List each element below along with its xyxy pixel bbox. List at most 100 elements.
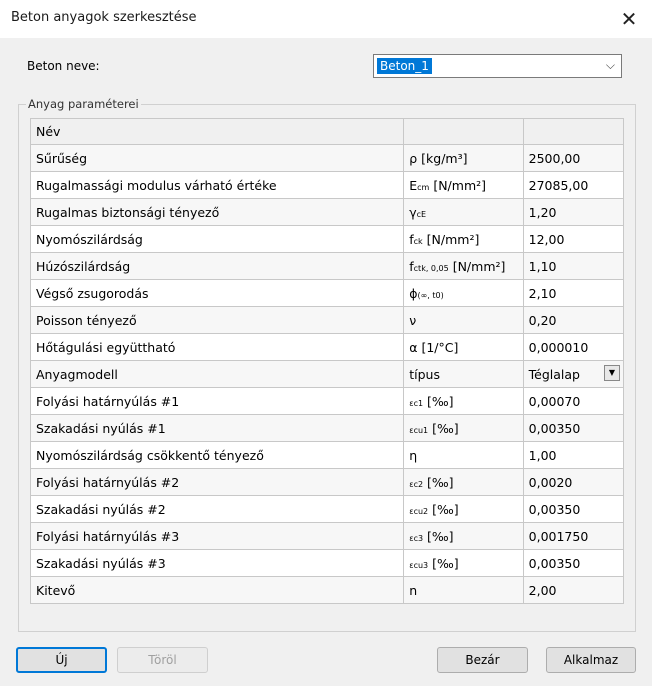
param-symbol: fck [N/mm²] <box>403 225 524 253</box>
table-row[interactable]: Rugalmassági modulus várható értéke Ecm [… <box>29 171 625 199</box>
param-value-text: 2,00 <box>528 582 557 598</box>
param-symbol: fctk, 0,05 [N/mm²] <box>403 252 524 280</box>
param-symbol: εcu3 [‰] <box>403 549 524 577</box>
table-row[interactable]: Szakadási nyúlás #2 εcu2 [‰] 0,00350 <box>29 495 625 523</box>
parameters-table: Név Sűrűség ρ [kg/m³] 2500,00 Rugalmassági … <box>29 118 625 604</box>
param-value-text: 0,00350 <box>528 555 581 571</box>
param-value[interactable]: 27085,00 <box>522 171 625 199</box>
param-name: Szakadási nyúlás #3 <box>29 549 405 577</box>
param-value[interactable]: 0,001750 <box>522 522 625 550</box>
beton-name-combobox[interactable]: Beton_1 ⌵ <box>373 54 622 78</box>
table-header-row: Név <box>29 118 625 145</box>
apply-button[interactable]: Alkalmaz <box>546 647 636 673</box>
param-value[interactable]: 0,00070 <box>522 387 625 415</box>
param-value[interactable]: 0,00350 <box>522 549 625 577</box>
material-model-dropdown[interactable]: Téglalap ▼ <box>522 360 625 388</box>
column-header-name: Név <box>29 118 405 145</box>
table-row[interactable]: Végső zsugorodás ϕ(∞, t0) 2,10 <box>29 279 625 307</box>
column-header-value <box>522 118 625 145</box>
table-row[interactable]: Poisson tényező ν 0,20 <box>29 306 625 334</box>
window-title: Beton anyagok szerkesztése <box>11 10 197 25</box>
param-name: Poisson tényező <box>29 306 405 334</box>
beton-name-value[interactable]: Beton_1 <box>377 58 432 74</box>
param-value-text: 0,000010 <box>528 339 589 355</box>
param-value[interactable]: 0,0020 <box>522 468 625 496</box>
param-symbol: ρ [kg/m³] <box>403 144 524 172</box>
chevron-down-icon[interactable]: ⌵ <box>606 58 615 73</box>
param-name: Rugalmas biztonsági tényező <box>29 198 405 226</box>
delete-button[interactable]: Töröl <box>117 647 208 673</box>
close-button[interactable]: Bezár <box>437 647 528 673</box>
param-value-text: 27085,00 <box>528 177 589 193</box>
param-value[interactable]: 1,10 <box>522 252 625 280</box>
param-name: Szakadási nyúlás #1 <box>29 414 405 442</box>
param-symbol: γcE <box>403 198 524 226</box>
param-name: Nyomószilárdság <box>29 225 405 253</box>
param-value-text: 1,10 <box>528 258 557 274</box>
param-symbol: n <box>403 576 524 604</box>
table-row[interactable]: Folyási határnyúlás #2 εc2 [‰] 0,0020 <box>29 468 625 496</box>
column-header-symbol <box>403 118 524 145</box>
param-name: Anyagmodell <box>29 360 405 388</box>
param-value[interactable]: 1,00 <box>522 441 625 469</box>
param-value-text: 0,0020 <box>528 474 573 490</box>
param-value-text: 0,00350 <box>528 420 581 436</box>
param-symbol: εcu2 [‰] <box>403 495 524 523</box>
param-name: Folyási határnyúlás #2 <box>29 468 405 496</box>
table-row[interactable]: Anyagmodell típus Téglalap ▼ <box>29 360 625 388</box>
param-value[interactable]: 12,00 <box>522 225 625 253</box>
table-row[interactable]: Húzószilárdság fctk, 0,05 [N/mm²] 1,10 <box>29 252 625 280</box>
table-row[interactable]: Szakadási nyúlás #1 εcu1 [‰] 0,00350 <box>29 414 625 442</box>
table-row[interactable]: Kitevő n 2,00 <box>29 576 625 604</box>
param-symbol: εcu1 [‰] <box>403 414 524 442</box>
param-value-text: 12,00 <box>528 231 565 247</box>
param-value[interactable]: 0,00350 <box>522 414 625 442</box>
param-symbol: ϕ(∞, t0) <box>403 279 524 307</box>
param-name: Folyási határnyúlás #1 <box>29 387 405 415</box>
table-row[interactable]: Folyási határnyúlás #3 εc3 [‰] 0,001750 <box>29 522 625 550</box>
table-row[interactable]: Folyási határnyúlás #1 εc1 [‰] 0,00070 <box>29 387 625 415</box>
table-row[interactable]: Nyomószilárdság csökkentő tényező η 1,00 <box>29 441 625 469</box>
param-symbol: εc1 [‰] <box>403 387 524 415</box>
param-name: Végső zsugorodás <box>29 279 405 307</box>
param-value[interactable]: 0,00350 <box>522 495 625 523</box>
title-bar: Beton anyagok szerkesztése ✕ <box>0 0 652 38</box>
param-symbol: εc2 [‰] <box>403 468 524 496</box>
param-symbol: η <box>403 441 524 469</box>
param-symbol: Ecm [N/mm²] <box>403 171 524 199</box>
new-button[interactable]: Új <box>16 647 107 673</box>
param-value[interactable]: 0,000010 <box>522 333 625 361</box>
param-name: Folyási határnyúlás #3 <box>29 522 405 550</box>
param-symbol: εc3 [‰] <box>403 522 524 550</box>
table-row[interactable]: Sűrűség ρ [kg/m³] 2500,00 <box>29 144 625 172</box>
beton-name-label: Beton neve: <box>27 59 100 73</box>
param-name: Hőtágulási együttható <box>29 333 405 361</box>
param-name: Nyomószilárdság csökkentő tényező <box>29 441 405 469</box>
param-value-text: 0,001750 <box>528 528 589 544</box>
table-row[interactable]: Rugalmas biztonsági tényező γcE 1,20 <box>29 198 625 226</box>
triangle-down-icon[interactable]: ▼ <box>604 365 620 381</box>
table-row[interactable]: Szakadási nyúlás #3 εcu3 [‰] 0,00350 <box>29 549 625 577</box>
param-value-text: 0,20 <box>528 312 557 328</box>
param-value[interactable]: 1,20 <box>522 198 625 226</box>
param-name: Húzószilárdság <box>29 252 405 280</box>
param-value-text: 1,20 <box>528 204 557 220</box>
param-value[interactable]: 0,20 <box>522 306 625 334</box>
param-name: Sűrűség <box>29 144 405 172</box>
table-row[interactable]: Nyomószilárdság fck [N/mm²] 12,00 <box>29 225 625 253</box>
param-value[interactable]: 2,10 <box>522 279 625 307</box>
param-value[interactable]: 2500,00 <box>522 144 625 172</box>
param-value-text: 0,00070 <box>528 393 581 409</box>
param-symbol: ν <box>403 306 524 334</box>
param-value[interactable]: 2,00 <box>522 576 625 604</box>
param-value-text: 2500,00 <box>528 150 581 166</box>
param-value-text: 2,10 <box>528 285 557 301</box>
param-name: Szakadási nyúlás #2 <box>29 495 405 523</box>
param-symbol: típus <box>403 360 524 388</box>
close-icon[interactable]: ✕ <box>606 0 652 38</box>
param-value-text: Téglalap <box>528 366 580 382</box>
param-symbol: α [1/°C] <box>403 333 524 361</box>
parameters-group-label: Anyag paraméterei <box>26 97 141 111</box>
table-row[interactable]: Hőtágulási együttható α [1/°C] 0,000010 <box>29 333 625 361</box>
param-value-text: 0,00350 <box>528 501 581 517</box>
